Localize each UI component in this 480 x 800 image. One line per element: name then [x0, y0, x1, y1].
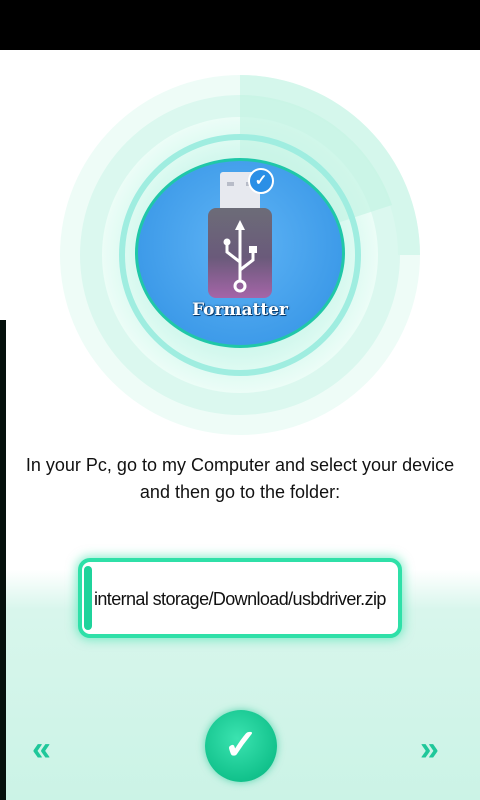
verified-check-icon: ✓: [248, 168, 274, 194]
checkmark-icon: ✓: [223, 721, 259, 768]
previous-arrow-icon[interactable]: «: [32, 730, 51, 769]
path-field-accent-bar: [84, 566, 92, 630]
folder-path-field[interactable]: [94, 582, 394, 616]
path-field-container: [78, 558, 402, 638]
next-arrow-icon[interactable]: »: [420, 730, 439, 769]
confirm-button[interactable]: ✓: [205, 710, 277, 782]
brand-label: Formatter: [192, 300, 288, 320]
main-screen: ✓ Formatter In your Pc, go to my Compute…: [0, 50, 480, 800]
instructions-text: In your Pc, go to my Computer and select…: [25, 455, 455, 502]
